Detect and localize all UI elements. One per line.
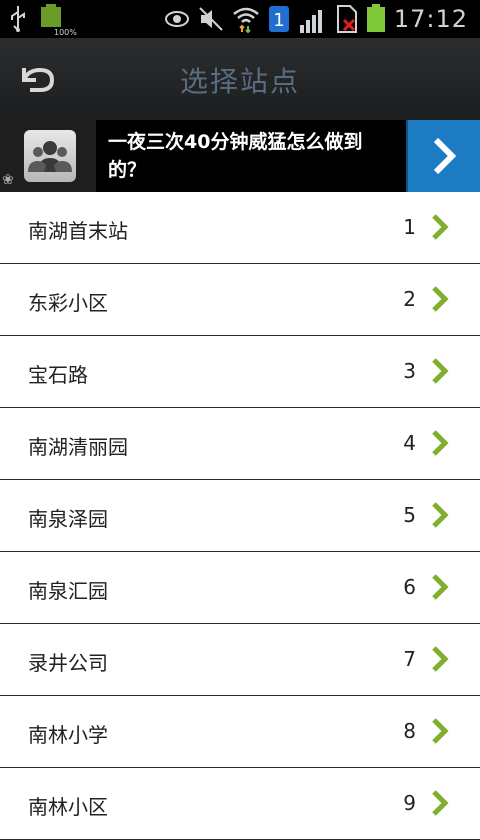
station-row[interactable]: 南林小区 9 [0,768,480,840]
chevron-right-icon [432,286,449,312]
ad-text: 一夜三次40分钟威猛怎么做到的？ [108,131,363,181]
station-name: 南林小学 [28,723,108,747]
station-name: 南泉泽园 [28,507,108,531]
chevron-right-icon [432,646,449,672]
ad-arrow-button[interactable] [406,120,480,192]
station-name: 南泉汇园 [28,579,108,603]
battery-icon [366,4,385,32]
station-row[interactable]: 录井公司 7 [0,624,480,696]
mute-icon [199,7,223,31]
chevron-right-icon [432,358,449,384]
station-name: 南湖首末站 [28,219,128,243]
svg-text:1: 1 [273,10,284,31]
chevron-right-icon [433,137,457,175]
station-name: 宝石路 [28,363,88,387]
wifi-icon [233,7,259,34]
station-row[interactable]: 南泉泽园 5 [0,480,480,552]
ad-banner[interactable]: ❀ 一夜三次40分钟威猛怎么做到的？ [0,120,480,192]
page-title: 选择站点 [179,65,300,98]
station-name: 南湖清丽园 [28,435,128,459]
paw-icon: ❀ [2,172,14,188]
station-row[interactable]: 南泉汇园 6 [0,552,480,624]
chevron-right-icon [432,502,449,528]
clock: 17:12 [393,5,468,33]
no-sim-icon [336,5,357,33]
station-name: 南林小区 [28,795,108,819]
station-number: 8 [403,719,416,743]
usb-icon [11,6,25,32]
station-name: 东彩小区 [28,291,108,315]
chevron-right-icon [432,718,449,744]
station-number: 4 [403,431,416,455]
station-name: 录井公司 [28,651,108,675]
station-number: 1 [403,215,416,239]
station-number: 6 [403,575,416,599]
notification-badge-icon: 1 [268,6,289,32]
station-number: 3 [403,359,416,383]
chevron-right-icon [432,790,449,816]
station-row[interactable]: 宝石路 3 [0,336,480,408]
status-bar: 100% 1 17:12 [0,0,480,38]
station-row[interactable]: 东彩小区 2 [0,264,480,336]
signal-icon [299,10,322,33]
chevron-right-icon [432,574,449,600]
station-row[interactable]: 南湖清丽园 4 [0,408,480,480]
ad-icon-container: ❀ [0,120,96,192]
battery-percent: 100% [54,28,77,37]
chevron-right-icon [432,430,449,456]
station-number: 9 [403,791,416,815]
action-bar: 选择站点 [0,38,480,120]
station-number: 5 [403,503,416,527]
chevron-right-icon [432,214,449,240]
station-row[interactable]: 南湖首末站 1 [0,192,480,264]
station-number: 2 [403,287,416,311]
group-people-icon [24,130,76,182]
station-row[interactable]: 南林小学 8 [0,696,480,768]
eye-icon [164,11,189,27]
station-number: 7 [403,647,416,671]
station-list: 南湖首末站 1 东彩小区 2 宝石路 3 南湖清丽园 4 南泉泽园 5 南泉汇园… [0,192,480,840]
